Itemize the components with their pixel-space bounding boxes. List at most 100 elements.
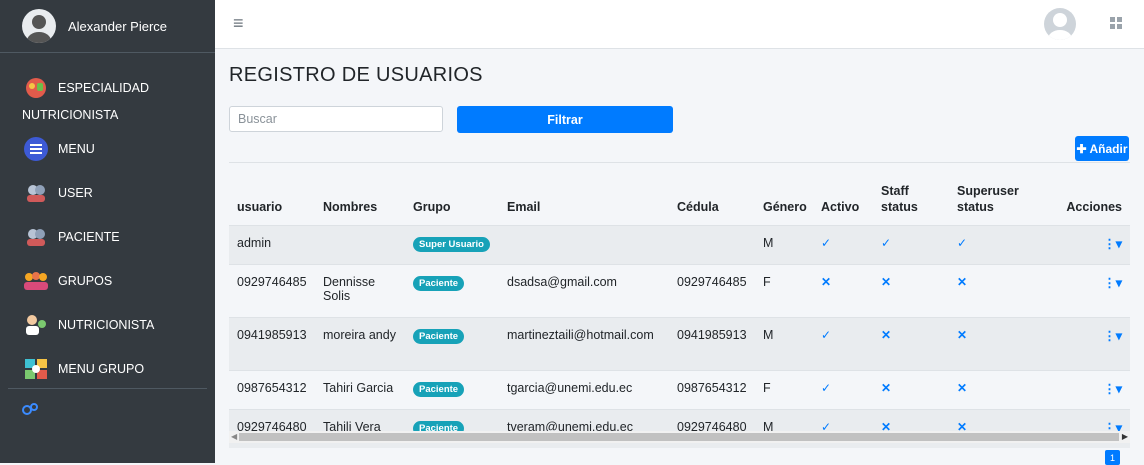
sidebar-item-especialidad[interactable]: ESPECIALIDAD NUTRICIONISTA [0, 69, 215, 127]
user-name[interactable]: Alexander Pierce [68, 19, 167, 34]
users-table-wrap: usuario Nombres Grupo Email Cédula Géner… [229, 162, 1130, 448]
cell-grupo: Paciente [405, 370, 499, 410]
column-header[interactable]: Género [755, 162, 813, 226]
sidebar-item-user[interactable]: USER [0, 171, 215, 215]
column-header[interactable]: Cédula [669, 162, 755, 226]
table-header-row: usuario Nombres Grupo Email Cédula Géner… [229, 162, 1130, 226]
table-row: 0929746485 Dennisse Solis Paciente dsads… [229, 264, 1130, 318]
sidebar-item-label: PACIENTE [58, 230, 120, 244]
check-icon: ✓ [813, 370, 873, 410]
group-badge: Paciente [413, 276, 465, 291]
column-header[interactable]: Activo [813, 162, 873, 226]
cross-icon: ✕ [949, 317, 1053, 371]
main-content: REGISTRO DE USUARIOS Filtrar ✚ Añadir us… [215, 48, 1144, 465]
add-button[interactable]: ✚ Añadir [1075, 136, 1129, 161]
cell-cedula: 0941985913 [669, 317, 755, 371]
add-button-label: Añadir [1089, 141, 1128, 156]
column-header[interactable]: Grupo [405, 162, 499, 226]
column-header[interactable]: Email [499, 162, 669, 226]
sidebar-item-menu-grupo[interactable]: MENU GRUPO [0, 347, 215, 391]
cell-usuario: admin [229, 225, 315, 265]
cell-usuario: 0929746485 [229, 264, 315, 318]
cell-usuario: 0941985913 [229, 317, 315, 371]
cell-grupo: Paciente [405, 264, 499, 318]
scrollbar-thumb[interactable] [239, 433, 1119, 441]
cross-icon: ✕ [873, 370, 949, 410]
menu-icon [22, 135, 50, 163]
sidebar-item-label: MENU [58, 142, 95, 156]
check-icon: ✓ [949, 225, 1053, 265]
cell-genero: M [755, 317, 813, 371]
column-header[interactable]: Acciones [1053, 162, 1130, 226]
cell-cedula: 0929746485 [669, 264, 755, 318]
cell-genero: F [755, 370, 813, 410]
sidebar-item-paciente[interactable]: PACIENTE [0, 215, 215, 259]
table-row: admin Super Usuario M ✓ ✓ ✓ ⋮▾ [229, 225, 1130, 265]
cross-icon: ✕ [873, 317, 949, 371]
cross-icon: ✕ [949, 370, 1053, 410]
cell-cedula: 0987654312 [669, 370, 755, 410]
sidebar-item-label: NUTRICIONISTA [58, 318, 155, 332]
sidebar-item-label: MENU GRUPO [58, 362, 145, 376]
group-badge: Paciente [413, 329, 465, 344]
users-icon [22, 179, 50, 207]
sidebar-item-label: GRUPOS [58, 274, 113, 288]
sidebar-nav: ESPECIALIDAD NUTRICIONISTA MENU USER PAC… [0, 69, 215, 391]
hamburger-icon[interactable]: ≡ [233, 13, 244, 34]
column-header[interactable]: Superuser status [949, 162, 1053, 226]
cell-genero: M [755, 225, 813, 265]
column-header[interactable]: usuario [229, 162, 315, 226]
nutrition-icon [22, 74, 50, 102]
user-avatar[interactable] [22, 9, 56, 43]
cell-grupo: Super Usuario [405, 225, 499, 265]
page-title: REGISTRO DE USUARIOS [229, 64, 483, 86]
grid-icon[interactable] [1110, 17, 1122, 29]
scroll-left-icon[interactable]: ◀ [231, 432, 237, 441]
search-input[interactable] [229, 106, 443, 132]
user-panel[interactable]: Alexander Pierce [0, 0, 215, 53]
column-header[interactable]: Staff status [873, 162, 949, 226]
actions-dropdown-icon[interactable]: ⋮▾ [1053, 225, 1130, 265]
sidebar-item-label: ESPECIALIDAD [58, 81, 150, 95]
cell-usuario: 0987654312 [229, 370, 315, 410]
users-icon [22, 223, 50, 251]
sidebar-item-nutricionista[interactable]: NUTRICIONISTA [0, 303, 215, 347]
table-row: 0941985913 moreira andy Paciente martine… [229, 317, 1130, 371]
actions-dropdown-icon[interactable]: ⋮▾ [1053, 317, 1130, 371]
gears-icon[interactable] [22, 402, 38, 418]
column-header[interactable]: Nombres [315, 162, 405, 226]
topbar: ≡ [215, 0, 1144, 49]
sidebar-item-sublabel: NUTRICIONISTA [22, 108, 119, 122]
cell-email: tgarcia@unemi.edu.ec [499, 370, 669, 410]
cross-icon: ✕ [873, 264, 949, 318]
scroll-right-icon[interactable]: ▶ [1122, 432, 1128, 441]
sidebar-item-menu[interactable]: MENU [0, 127, 215, 171]
check-icon: ✓ [873, 225, 949, 265]
filter-button[interactable]: Filtrar [457, 106, 673, 133]
cell-email: martineztaili@hotmail.com [499, 317, 669, 371]
sidebar-divider [8, 388, 207, 389]
cell-nombres: moreira andy [315, 317, 405, 371]
table-row: 0987654312 Tahiri Garcia Paciente tgarci… [229, 370, 1130, 410]
sidebar: Alexander Pierce ESPECIALIDAD NUTRICIONI… [0, 0, 215, 463]
check-icon: ✓ [813, 317, 873, 371]
actions-dropdown-icon[interactable]: ⋮▾ [1053, 264, 1130, 318]
cell-grupo: Paciente [405, 317, 499, 371]
cell-cedula [669, 225, 755, 265]
top-avatar[interactable] [1044, 8, 1076, 40]
sidebar-item-label: USER [58, 186, 93, 200]
doctor-icon [22, 311, 50, 339]
cell-nombres: Dennisse Solis [315, 264, 405, 318]
cell-nombres [315, 225, 405, 265]
actions-dropdown-icon[interactable]: ⋮▾ [1053, 370, 1130, 410]
horizontal-scrollbar[interactable]: ◀ ▶ [229, 431, 1130, 443]
plus-icon: ✚ [1076, 141, 1087, 156]
group-icon [22, 267, 50, 295]
cross-icon: ✕ [813, 264, 873, 318]
group-badge: Super Usuario [413, 237, 490, 252]
group-badge: Paciente [413, 382, 465, 397]
sidebar-item-grupos[interactable]: GRUPOS [0, 259, 215, 303]
cell-email [499, 225, 669, 265]
users-table: usuario Nombres Grupo Email Cédula Géner… [229, 162, 1130, 448]
cell-nombres: Tahiri Garcia [315, 370, 405, 410]
